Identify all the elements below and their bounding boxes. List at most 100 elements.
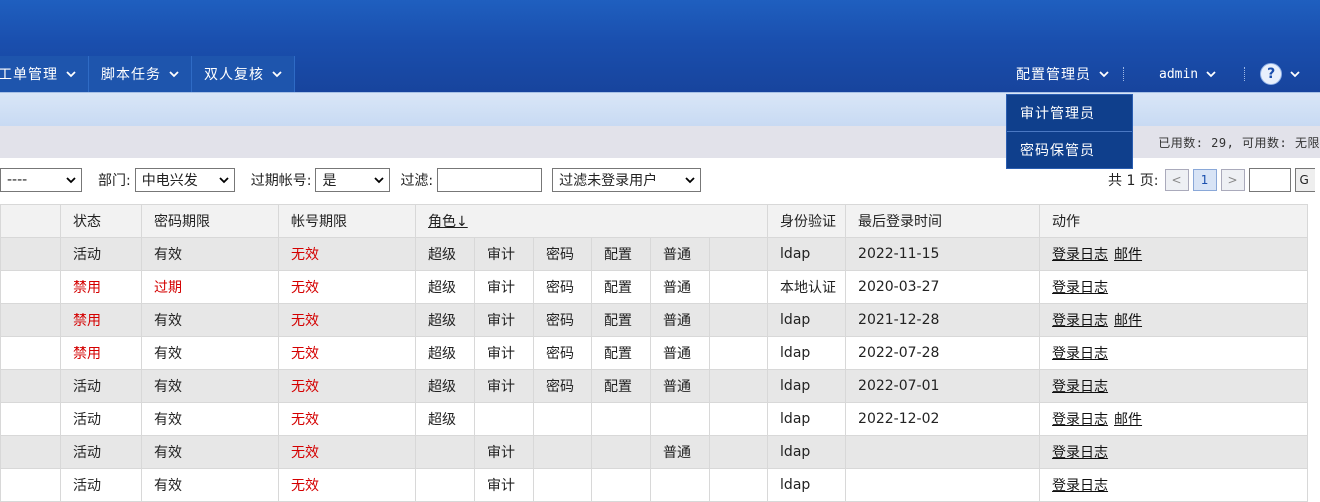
auth-cell: ldap	[780, 444, 811, 460]
role-cell: 超级	[428, 247, 456, 263]
login-log-link[interactable]: 登录日志	[1052, 478, 1108, 494]
role-cell: 超级	[428, 346, 456, 362]
unlogged-user-filter-select[interactable]: 过滤未登录用户	[552, 168, 702, 192]
main-nav: 工单管理 脚本任务 双人复核	[0, 56, 295, 92]
action-cell: 登录日志 邮件	[1041, 409, 1307, 429]
role-cell: 审计	[487, 280, 515, 296]
password-expiry-cell: 有效	[154, 379, 182, 395]
table-row: 活动 有效 无效 审计 普通 ldap 登录日志	[0, 435, 1309, 469]
nav-dual-review[interactable]: 双人复核	[192, 56, 295, 92]
col-password-expiry[interactable]: 密码期限	[141, 204, 279, 238]
table-body: 活动 有效 无效 超级 审计 密码 配置 普通 ldap 2022-11-15 登录日志 邮件 禁用 过期…	[0, 237, 1309, 502]
first-filter-select[interactable]: ----	[0, 168, 82, 192]
email-link[interactable]: 邮件	[1114, 247, 1142, 263]
role-cell: 超级	[428, 280, 456, 296]
table-row: 禁用 过期 无效 超级 审计 密码 配置 普通 本地认证 2020-03-27 登录日志	[0, 270, 1309, 304]
chevron-down-icon	[66, 71, 76, 78]
login-log-link[interactable]: 登录日志	[1052, 280, 1108, 296]
status-cell: 禁用	[73, 313, 101, 329]
role-cell: 配置	[604, 280, 632, 296]
prev-page-button[interactable]: <	[1164, 169, 1189, 191]
expired-account-select[interactable]: 是	[315, 168, 391, 192]
role-cell: 密码	[546, 313, 574, 329]
table-row: 活动 有效 无效 超级 审计 密码 配置 普通 ldap 2022-07-01 登录日志	[0, 369, 1309, 403]
next-page-button[interactable]: >	[1220, 169, 1245, 191]
help-menu[interactable]: ?	[1260, 63, 1300, 85]
page-number-input[interactable]	[1248, 168, 1291, 192]
role-cell: 审计	[487, 346, 515, 362]
col-last-login[interactable]: 最后登录时间	[845, 204, 1041, 238]
table-header-row: 状态 密码期限 帐号期限 角色↓ 身份验证 最后登录时间 动作	[0, 204, 1309, 238]
status-cell: 活动	[73, 478, 101, 494]
table-row: 活动 有效 无效 超级 ldap 2022-12-02 登录日志 邮件	[0, 402, 1309, 436]
password-expiry-cell: 有效	[154, 445, 182, 461]
account-expiry-cell: 无效	[291, 445, 319, 461]
login-log-link[interactable]: 登录日志	[1052, 346, 1108, 362]
role-cell: 审计	[487, 478, 515, 494]
auth-cell: ldap	[780, 477, 811, 493]
col-status[interactable]: 状态	[60, 204, 142, 238]
role-cell: 普通	[663, 313, 691, 329]
menu-item-password-keeper[interactable]: 密码保管员	[1007, 132, 1132, 168]
go-button[interactable]: G	[1294, 168, 1315, 192]
password-expiry-cell: 有效	[154, 247, 182, 263]
col-auth[interactable]: 身份验证	[767, 204, 847, 238]
login-log-link[interactable]: 登录日志	[1052, 379, 1108, 395]
role-cell: 配置	[604, 313, 632, 329]
department-select[interactable]: 中电兴发	[134, 168, 235, 192]
col-account-expiry[interactable]: 帐号期限	[278, 204, 416, 238]
password-expiry-cell: 有效	[154, 478, 182, 494]
nav-ticket-management[interactable]: 工单管理	[0, 56, 89, 92]
help-icon: ?	[1260, 63, 1283, 85]
login-log-link[interactable]: 登录日志	[1052, 445, 1108, 461]
role-cell: 普通	[663, 280, 691, 296]
account-expiry-cell: 无效	[291, 412, 319, 428]
status-cell: 禁用	[73, 280, 101, 296]
divider	[1244, 67, 1246, 81]
menu-item-audit-admin[interactable]: 审计管理员	[1007, 95, 1132, 132]
login-log-link[interactable]: 登录日志	[1052, 313, 1108, 329]
role-cell: 普通	[663, 346, 691, 362]
email-link[interactable]: 邮件	[1114, 313, 1142, 329]
role-cell: 审计	[487, 313, 515, 329]
chevron-down-icon	[1206, 71, 1216, 78]
account-expiry-cell: 无效	[291, 379, 319, 395]
action-cell: 登录日志	[1041, 475, 1307, 495]
email-link[interactable]: 邮件	[1114, 412, 1142, 428]
password-expiry-cell: 有效	[154, 346, 182, 362]
role-cell: 密码	[546, 247, 574, 263]
user-area: 配置管理员 admin ?	[1016, 56, 1300, 92]
page-1-button[interactable]: 1	[1192, 169, 1217, 191]
user-menu[interactable]: admin	[1159, 67, 1216, 82]
role-cell: 密码	[546, 280, 574, 296]
password-expiry-cell: 过期	[154, 280, 182, 296]
login-log-link[interactable]: 登录日志	[1052, 412, 1108, 428]
role-switcher[interactable]: 配置管理员	[1016, 64, 1109, 84]
user-table: 状态 密码期限 帐号期限 角色↓ 身份验证 最后登录时间 动作 活动 有效 无效 超级…	[0, 204, 1309, 502]
chevron-down-icon	[374, 177, 385, 184]
table-row: 活动 有效 无效 审计 ldap 登录日志	[0, 468, 1309, 502]
last-login-cell: 2022-11-15	[858, 246, 940, 262]
login-log-link[interactable]: 登录日志	[1052, 247, 1108, 263]
table-row: 活动 有效 无效 超级 审计 密码 配置 普通 ldap 2022-11-15 登录日志 邮件	[0, 237, 1309, 271]
role-cell: 审计	[487, 445, 515, 461]
action-cell: 登录日志	[1041, 277, 1307, 297]
role-cell: 普通	[663, 247, 691, 263]
account-expiry-cell: 无效	[291, 247, 319, 263]
last-login-cell: 2022-12-02	[858, 411, 940, 427]
last-login-cell: 2020-03-27	[858, 279, 940, 295]
filter-input[interactable]	[437, 168, 543, 192]
role-cell: 配置	[604, 379, 632, 395]
role-cell: 密码	[546, 379, 574, 395]
col-role[interactable]: 角色↓	[414, 204, 769, 238]
role-cell: 超级	[428, 379, 456, 395]
page-count-text: 共 1 页:	[1108, 173, 1159, 189]
password-expiry-cell: 有效	[154, 412, 182, 428]
nav-script-tasks[interactable]: 脚本任务	[89, 56, 192, 92]
filter-bar: ---- 部门: 中电兴发 过期帐号: 是 过滤: 过滤未登录用户	[0, 166, 702, 194]
status-cell: 活动	[73, 379, 101, 395]
action-cell: 登录日志	[1041, 343, 1307, 363]
col-action: 动作	[1039, 204, 1309, 238]
chevron-down-icon	[219, 177, 229, 184]
chevron-down-icon	[1099, 71, 1109, 78]
